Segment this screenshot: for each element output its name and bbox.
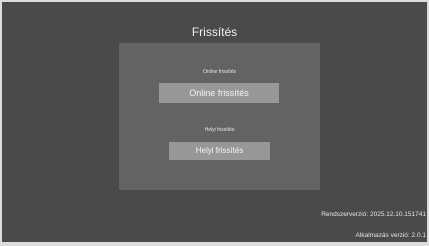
local-update-button[interactable]: Helyi frissítés xyxy=(169,142,270,160)
page-title: Frissítés xyxy=(191,25,238,39)
app-version-text: Alkalmazás verzió: 2.0.1 xyxy=(355,232,426,239)
update-screen: Frissítés Online frissítés Online frissí… xyxy=(0,0,429,246)
online-update-button[interactable]: Online frissítés xyxy=(159,83,279,103)
update-options-panel: Online frissítés Online frissítés Helyi … xyxy=(119,43,320,190)
local-update-section-label: Helyi frissítés xyxy=(204,127,235,133)
online-update-section-label: Online frissítés xyxy=(202,69,237,75)
system-version-text: Rendszerverzió: 2025.12.10.151741 xyxy=(321,211,426,218)
